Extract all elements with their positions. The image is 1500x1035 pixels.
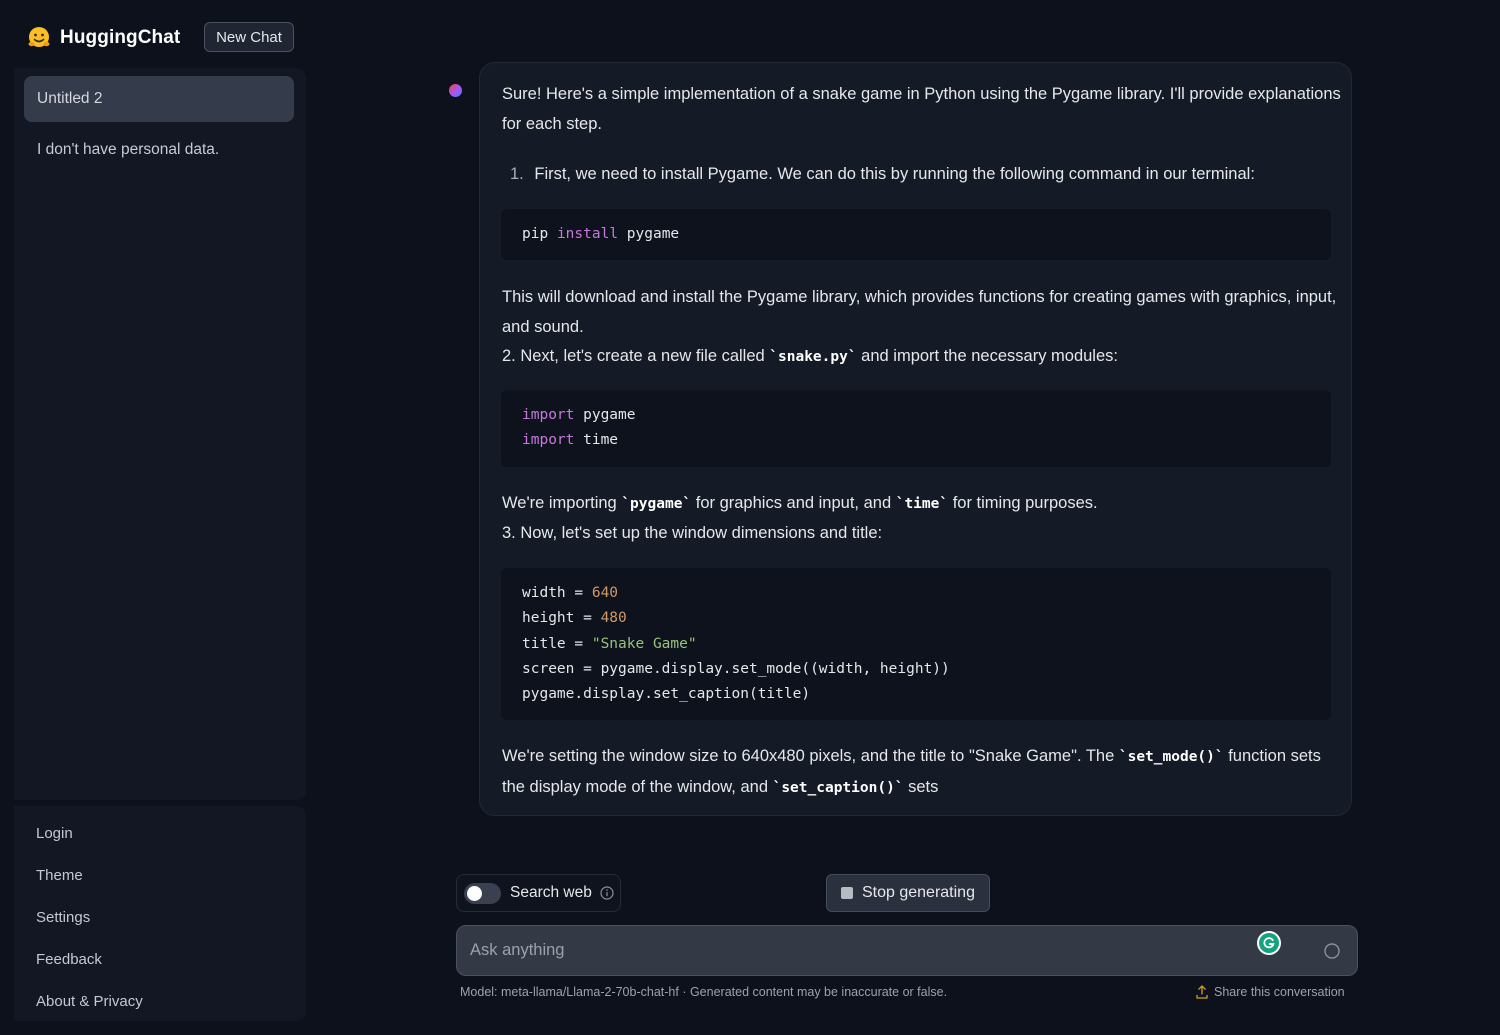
text: sets [903,778,939,796]
inline-code: `snake.py` [769,349,857,365]
chat-input[interactable] [470,926,1230,975]
code-line: pygame.display.set_caption(title) [522,686,811,703]
conversation-item-untitled-2[interactable]: Untitled 2 [24,76,294,122]
sidebar-nav: Login Theme Settings Feedback About & Pr… [14,806,306,1021]
code-number: 480 [600,610,627,627]
stop-generating-label: Stop generating [862,884,975,901]
code-token: height = [522,610,601,627]
code-line: title = "Snake Game" [522,632,1331,657]
message-intro: Sure! Here's a simple implementation of … [502,85,1341,133]
code-token: title = [522,635,592,652]
grammarly-icon[interactable] [1256,930,1282,956]
code-line: height = 480 [522,606,1331,631]
message-paragraph-final: We're setting the window size to 640x480… [502,741,1342,803]
nav-login[interactable]: Login [36,825,73,842]
code-string: "Snake Game" [591,635,697,652]
share-conversation-link[interactable]: Share this conversation [1196,985,1345,999]
share-upload-icon [1196,985,1208,999]
nav-theme[interactable]: Theme [36,867,83,884]
toggle-knob [467,885,482,901]
code-keyword: install [556,226,619,242]
text: for timing purposes. [948,494,1098,512]
brand-name[interactable]: HuggingChat [60,27,180,49]
conversation-label: Untitled 2 [37,90,103,107]
code-keyword: import [522,432,575,449]
conversation-item-personal-data[interactable]: I don't have personal data. [24,127,294,173]
message-paragraph-importing: We're importing `pygame` for graphics an… [502,488,1342,519]
code-token: width = [522,585,592,601]
info-icon[interactable] [600,886,614,900]
loading-circle-icon[interactable] [1323,942,1341,960]
code-keyword: import [522,407,575,423]
message-step-2: 2. Next, let's create a new file called … [502,341,1342,372]
code-line: width = 640 [522,581,1331,606]
message-step-1: 1. First, we need to install Pygame. We … [510,159,1340,189]
conversation-list: Untitled 2 I don't have personal data. [14,68,306,800]
code-line: import time [522,428,1331,453]
text: for graphics and input, and [691,494,896,512]
code-line: pip install pygame [522,222,1331,247]
code-number: 640 [591,585,619,601]
conversation-label: I don't have personal data. [37,141,220,158]
code-line: screen = pygame.display.set_mode((width,… [522,660,950,677]
list-number: 1. [510,165,524,183]
share-label: Share this conversation [1214,985,1345,999]
nav-feedback[interactable]: Feedback [36,951,102,968]
sidebar-header: HuggingChat New Chat [24,20,299,56]
code-block-imports[interactable]: import pygame import time [501,390,1331,467]
nav-settings[interactable]: Settings [36,909,90,926]
search-web-toggle[interactable] [464,882,501,904]
code-block-window-setup[interactable]: width = 640 height = 480 title = "Snake … [501,568,1331,720]
search-web-label: Search web [510,884,592,901]
search-web-control: Search web [456,874,621,912]
step-1-text: First, we need to install Pygame. We can… [534,165,1255,183]
hugging-face-logo-icon[interactable] [26,25,52,51]
step-2-text-after: and import the necessary modules: [856,347,1118,365]
nav-about-privacy[interactable]: About & Privacy [36,993,143,1010]
message-step-3: 3. Now, let's set up the window dimensio… [502,524,883,542]
message-paragraph-install-explain: This will download and install the Pygam… [502,288,1337,336]
stop-generating-button[interactable]: Stop generating [826,874,990,912]
stop-square-icon [841,887,853,899]
inline-code: `time` [895,496,949,512]
chat-input-container [456,925,1358,976]
inline-code: `set_caption()` [772,780,904,796]
code-token: pygame [626,226,680,242]
model-disclaimer: Model: meta-llama/Llama-2-70b-chat-hf · … [460,985,948,999]
step-2-text: 2. Next, let's create a new file called [502,347,770,365]
code-token: pygame [574,407,636,423]
assistant-avatar [449,84,462,97]
new-chat-button[interactable]: New Chat [204,22,294,52]
text: We're importing [502,494,622,512]
inline-code: `pygame` [621,496,692,512]
text: We're setting the window size to 640x480… [502,747,1119,765]
code-token: pip [522,226,549,242]
code-block-install[interactable]: pip install pygame [501,209,1331,260]
assistant-message: Sure! Here's a simple implementation of … [479,62,1352,816]
code-line: import pygame [522,403,1331,428]
inline-code: `set_mode()` [1118,749,1224,765]
code-token: time [574,432,619,449]
